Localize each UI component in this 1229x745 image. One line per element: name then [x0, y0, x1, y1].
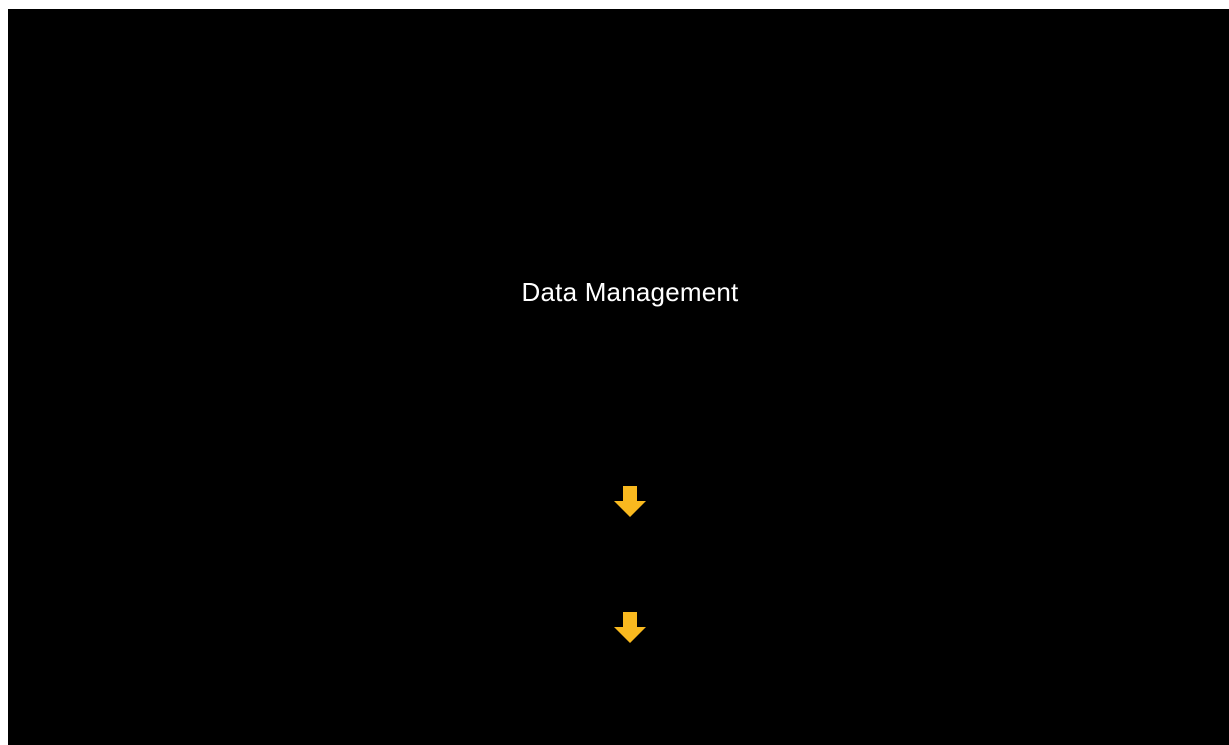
slide: Data Management [8, 9, 1229, 745]
slide-title: Data Management [521, 277, 739, 307]
arrow-down-icon [613, 612, 647, 644]
arrow-down-icon [613, 486, 647, 518]
